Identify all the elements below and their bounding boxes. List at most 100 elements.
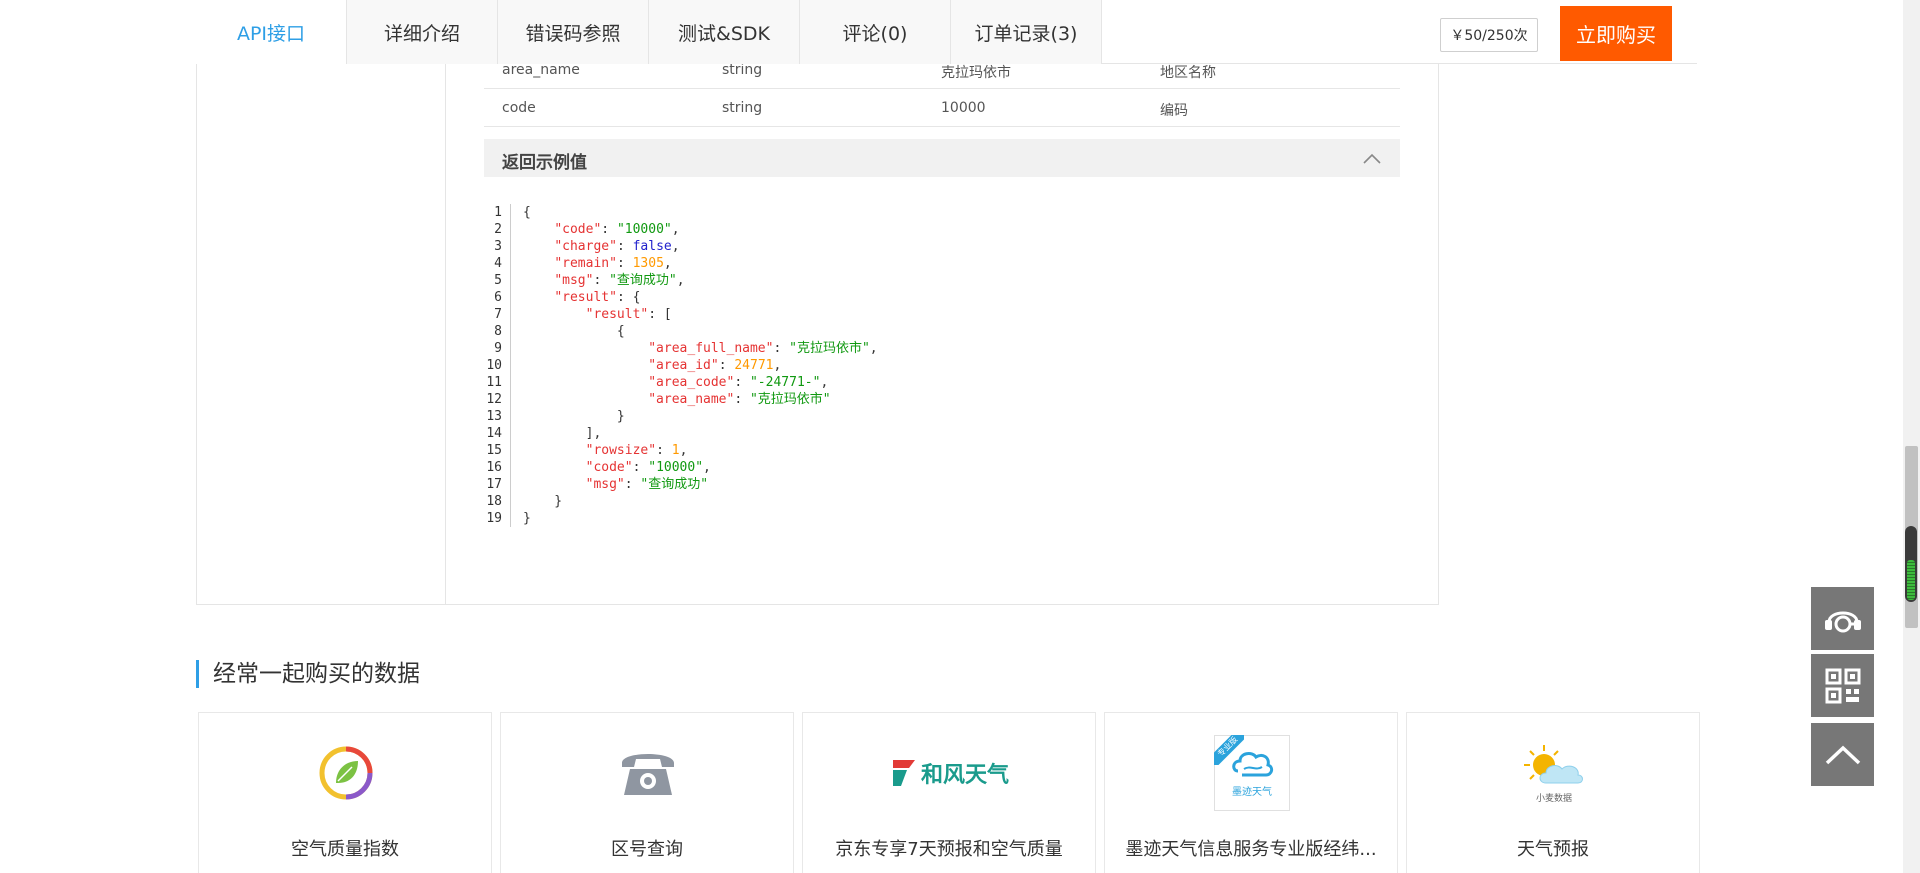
code-line: 18 } — [484, 493, 878, 510]
related-card-jd-forecast[interactable]: 和风天气 京东专享7天预报和空气质量 — [802, 712, 1096, 873]
doc-left-divider — [445, 64, 446, 605]
tab-error-codes[interactable]: 错误码参照 — [498, 0, 649, 64]
line-number: 2 — [494, 222, 502, 237]
code-gutter — [510, 391, 511, 408]
related-cards: 空气质量指数 区号查询 和风天气 京东专享7天预报和空气质量 墨迹天气 专业版 … — [198, 712, 1700, 873]
tab-orders[interactable]: 订单记录(3) — [951, 0, 1102, 64]
tab-detail[interactable]: 详细介绍 — [347, 0, 498, 64]
buy-now-button[interactable]: 立即购买 — [1560, 6, 1672, 61]
related-card-area-code[interactable]: 区号查询 — [500, 712, 794, 873]
line-number: 7 — [494, 307, 502, 322]
param-name: area_name — [502, 62, 580, 78]
line-number: 6 — [494, 290, 502, 305]
code-line: 3 "charge": false, — [484, 238, 878, 255]
code-text: } — [523, 494, 563, 509]
code-gutter — [510, 476, 511, 493]
code-text: "result": { — [554, 290, 641, 305]
tab-comments[interactable]: 评论(0) — [800, 0, 951, 64]
code-line: 8 { — [484, 323, 878, 340]
qr-code-button[interactable] — [1811, 654, 1874, 717]
code-gutter — [510, 374, 511, 391]
line-number: 10 — [486, 358, 502, 373]
code-gutter — [510, 493, 511, 510]
code-gutter — [510, 323, 511, 340]
code-line: 7 "result": [ — [484, 306, 878, 323]
line-number: 8 — [494, 324, 502, 339]
customer-service-icon — [1824, 611, 1861, 632]
code-line: 10 "area_id": 24771, — [484, 357, 878, 374]
product-tab-bar: API接口 详细介绍 错误码参照 测试&SDK 评论(0) 订单记录(3) ￥5… — [196, 0, 1697, 64]
code-gutter — [510, 357, 511, 374]
code-text: } — [523, 409, 625, 424]
line-number: 16 — [486, 460, 502, 475]
sun-cloud-icon: 小麦数据 — [1518, 737, 1590, 809]
code-text: "area_id": 24771, — [648, 358, 782, 373]
code-line: 13 } — [484, 408, 878, 425]
code-gutter — [510, 459, 511, 476]
table-row: code string 10000 编码 — [484, 89, 1400, 127]
code-text: "rowsize": 1, — [585, 443, 688, 458]
line-number: 4 — [494, 256, 502, 271]
card-label: 区号查询 — [611, 839, 683, 860]
param-desc: 编码 — [1160, 103, 1188, 119]
code-line: 15 "rowsize": 1, — [484, 442, 878, 459]
tab-list: API接口 详细介绍 错误码参照 测试&SDK 评论(0) 订单记录(3) — [196, 0, 1102, 64]
tab-api[interactable]: API接口 — [196, 0, 347, 64]
code-gutter — [510, 510, 511, 527]
line-number: 15 — [486, 443, 502, 458]
code-line: 5 "msg": "查询成功", — [484, 272, 878, 289]
code-gutter — [510, 255, 511, 272]
hefeng-logo-text: 和风天气 — [920, 763, 1009, 788]
code-text: "result": [ — [585, 307, 672, 322]
code-line: 2 "code": "10000", — [484, 221, 878, 238]
page-scrollbar[interactable] — [1903, 0, 1920, 873]
code-text: "remain": 1305, — [554, 256, 672, 271]
back-to-top-icon — [1825, 745, 1860, 764]
param-type: string — [722, 62, 763, 78]
param-type: string — [722, 100, 763, 116]
json-code-block: 1 {2 "code": "10000", 3 "charge": false, 4 … — [484, 204, 878, 527]
param-example: 克拉玛依市 — [941, 65, 1011, 81]
code-line: 6 "result": { — [484, 289, 878, 306]
code-text: "area_full_name": "克拉玛依市", — [648, 341, 878, 356]
related-card-air-quality[interactable]: 空气质量指数 — [198, 712, 492, 873]
telephone-icon — [612, 737, 684, 809]
line-number: 14 — [486, 426, 502, 441]
line-number: 1 — [494, 205, 502, 220]
param-example: 10000 — [941, 100, 986, 116]
related-card-weather-forecast[interactable]: 小麦数据 天气预报 — [1406, 712, 1700, 873]
line-number: 18 — [486, 494, 502, 509]
line-number: 12 — [486, 392, 502, 407]
price-selector[interactable]: ￥50/250次 — [1440, 18, 1538, 52]
code-text: { — [523, 205, 531, 220]
xiaomai-logo-text: 小麦数据 — [1535, 793, 1572, 804]
related-section-title: 经常一起购买的数据 — [196, 660, 420, 688]
line-number: 13 — [486, 409, 502, 424]
line-number: 19 — [486, 511, 502, 526]
code-text: "area_name": "克拉玛依市" — [648, 392, 831, 407]
code-line: 9 "area_full_name": "克拉玛依市", — [484, 340, 878, 357]
chevron-up-icon[interactable] — [1362, 151, 1382, 165]
code-gutter — [510, 238, 511, 255]
return-example-header[interactable]: 返回示例值 — [484, 139, 1400, 177]
code-text: "msg": "查询成功", — [554, 273, 685, 288]
leaf-ring-icon — [310, 737, 382, 809]
code-line: 19} — [484, 510, 878, 527]
pro-badge: 专业版 — [1214, 735, 1244, 765]
code-gutter — [510, 204, 511, 221]
related-card-moji-weather[interactable]: 墨迹天气 专业版 墨迹天气信息服务专业版经纬... — [1104, 712, 1398, 873]
code-gutter — [510, 408, 511, 425]
code-text: "code": "10000", — [554, 222, 680, 237]
code-text: "area_code": "-24771-", — [648, 375, 829, 390]
back-to-top-button[interactable] — [1811, 723, 1874, 786]
param-name: code — [502, 100, 536, 116]
line-number: 11 — [486, 375, 502, 390]
code-gutter — [510, 272, 511, 289]
customer-service-button[interactable] — [1811, 587, 1874, 650]
code-line: 17 "msg": "查询成功" — [484, 476, 878, 493]
tab-test-sdk[interactable]: 测试&SDK — [649, 0, 800, 64]
code-line: 4 "remain": 1305, — [484, 255, 878, 272]
code-line: 16 "code": "10000", — [484, 459, 878, 476]
code-text: "charge": false, — [554, 239, 680, 254]
code-gutter — [510, 340, 511, 357]
